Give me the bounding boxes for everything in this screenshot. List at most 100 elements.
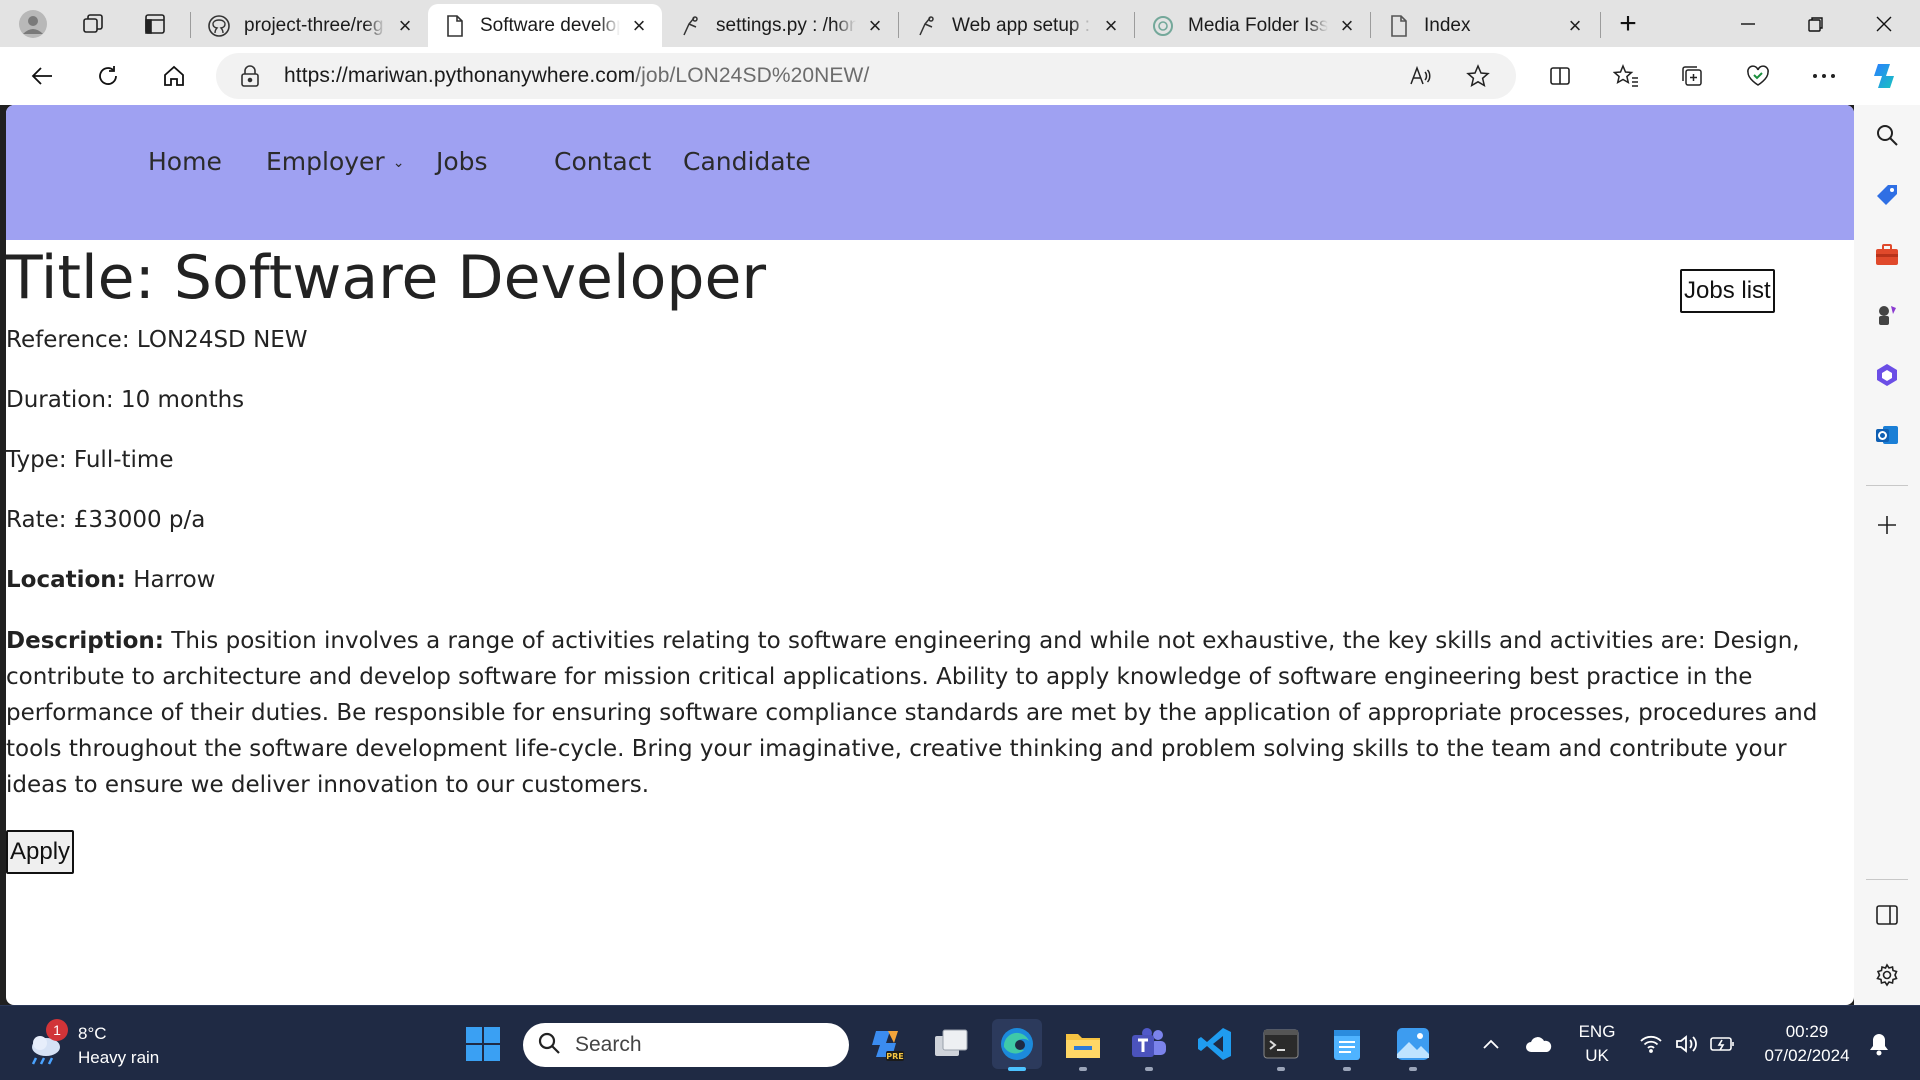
favorites-icon[interactable] <box>1606 56 1646 96</box>
browser-toolbar: https://mariwan.pythonanywhere.com/job/L… <box>0 47 1920 105</box>
windows-start-icon[interactable] <box>458 1019 508 1069</box>
refresh-icon[interactable] <box>88 56 128 96</box>
close-tab-icon[interactable]: × <box>1336 13 1358 38</box>
workspaces-icon[interactable] <box>62 0 124 47</box>
sidebar-separator <box>1866 485 1908 486</box>
svg-text:PRE: PRE <box>886 1052 904 1061</box>
onedrive-cloud-icon[interactable] <box>1514 1019 1564 1069</box>
apply-button[interactable]: Apply <box>6 830 75 874</box>
show-hidden-icons-chevron-icon[interactable] <box>1466 1019 1516 1069</box>
vscode-icon[interactable] <box>1190 1019 1240 1069</box>
close-window-icon[interactable] <box>1850 0 1918 47</box>
job-duration: Duration: 10 months <box>6 387 245 413</box>
notification-bell-icon[interactable] <box>1854 1019 1904 1069</box>
nav-jobs-link[interactable]: Jobs <box>436 147 488 176</box>
close-tab-icon[interactable]: × <box>1100 13 1122 38</box>
games-icon[interactable] <box>1867 295 1907 335</box>
sidebar-settings-gear-icon[interactable] <box>1867 955 1907 995</box>
edge-browser-icon[interactable] <box>992 1019 1042 1071</box>
clock[interactable]: 00:29 07/02/2024 <box>1752 1020 1862 1068</box>
windows-taskbar: 1 8°C Heavy rain Search PRE ENG UK 00:29… <box>0 1005 1920 1080</box>
chevron-down-icon: ⌄ <box>392 155 405 171</box>
minimize-icon[interactable] <box>1714 0 1782 47</box>
photos-icon[interactable] <box>1388 1019 1438 1071</box>
running-indicator <box>1079 1067 1087 1071</box>
language-code: ENG <box>1578 1022 1616 1041</box>
terminal-icon[interactable] <box>1256 1019 1306 1071</box>
browser-tab-strip: project-three/reg × Software develop × s… <box>0 0 1920 47</box>
location-label: Location: <box>6 567 126 593</box>
profile-icon[interactable] <box>2 0 64 47</box>
tab-media-folder[interactable]: Media Folder Issu × <box>1136 4 1370 47</box>
search-icon[interactable] <box>1867 115 1907 155</box>
close-tab-icon[interactable]: × <box>628 13 650 38</box>
page-icon <box>444 14 466 37</box>
nav-employer-dropdown[interactable]: Employer ⌄ <box>266 147 404 176</box>
teams-icon[interactable] <box>1124 1019 1174 1071</box>
tab-separator <box>1134 12 1135 38</box>
weather-widget[interactable]: 1 8°C Heavy rain <box>24 1019 160 1070</box>
tab-settings-py[interactable]: settings.py : /hon × <box>664 4 898 47</box>
input-language-indicator[interactable]: ENG UK <box>1574 1020 1620 1068</box>
tab-title: project-three/reg <box>244 14 384 36</box>
nav-employer-label: Employer <box>266 147 385 176</box>
taskbar-search-box[interactable]: Search <box>523 1023 849 1067</box>
lock-icon[interactable] <box>240 65 270 87</box>
split-screen-icon[interactable] <box>1540 56 1580 96</box>
job-description: Description: This position involves a ra… <box>6 623 1854 803</box>
microsoft-365-icon[interactable] <box>1867 355 1907 395</box>
nav-home-link[interactable]: Home <box>148 147 222 176</box>
tools-briefcase-icon[interactable] <box>1867 235 1907 275</box>
outlook-icon[interactable] <box>1867 415 1907 455</box>
url-text[interactable]: https://mariwan.pythonanywhere.com/job/L… <box>284 64 869 88</box>
address-bar[interactable]: https://mariwan.pythonanywhere.com/job/L… <box>216 53 1516 99</box>
tab-title: Software develop <box>480 14 620 36</box>
close-tab-icon[interactable]: × <box>864 13 886 38</box>
tab-github[interactable]: project-three/reg × <box>192 4 428 47</box>
home-icon[interactable] <box>154 56 194 96</box>
pythonanywhere-icon <box>916 15 938 37</box>
read-aloud-icon[interactable] <box>1400 56 1440 96</box>
tab-separator <box>1370 12 1371 38</box>
sidebar-separator <box>1866 879 1908 880</box>
location-value: Harrow <box>133 567 216 593</box>
tab-title: settings.py : /hon <box>716 14 856 36</box>
nav-candidate-link[interactable]: Candidate <box>683 147 811 176</box>
file-explorer-icon[interactable] <box>1058 1019 1108 1071</box>
vertical-tabs-icon[interactable] <box>124 0 186 47</box>
notepad-icon[interactable] <box>1322 1019 1372 1071</box>
url-host: https://mariwan.pythonanywhere.com <box>284 64 636 87</box>
collections-icon[interactable] <box>1672 56 1712 96</box>
favorite-star-icon[interactable] <box>1458 56 1498 96</box>
tab-index[interactable]: Index × <box>1372 4 1598 47</box>
tab-title: Index <box>1424 14 1471 36</box>
tab-separator <box>190 12 191 38</box>
restore-icon[interactable] <box>1782 0 1850 47</box>
tab-separator <box>898 12 899 38</box>
copilot-preview-icon[interactable]: PRE <box>862 1019 912 1069</box>
more-options-icon[interactable] <box>1804 56 1844 96</box>
job-reference: Reference: LON24SD NEW <box>6 327 308 353</box>
rain-cloud-icon: 1 <box>24 1019 70 1069</box>
weather-description: Heavy rain <box>78 1048 160 1067</box>
add-sidebar-app-icon[interactable] <box>1867 505 1907 545</box>
jobs-list-button[interactable]: Jobs list <box>1680 269 1775 313</box>
close-tab-icon[interactable]: × <box>1564 13 1586 38</box>
back-icon[interactable] <box>22 56 62 96</box>
tab-software-developer[interactable]: Software develop × <box>428 4 662 47</box>
task-view-icon[interactable] <box>926 1019 976 1069</box>
browser-essentials-icon[interactable] <box>1738 56 1778 96</box>
battery-charging-icon[interactable] <box>1698 1019 1748 1069</box>
close-tab-icon[interactable]: × <box>394 13 416 38</box>
clock-time: 00:29 <box>1785 1022 1829 1041</box>
running-indicator <box>1277 1067 1285 1071</box>
shopping-tag-icon[interactable] <box>1867 175 1907 215</box>
tab-title: Media Folder Issu <box>1188 14 1328 36</box>
tab-web-app-setup[interactable]: Web app setup : r × <box>900 4 1134 47</box>
hide-sidebar-icon[interactable] <box>1867 895 1907 935</box>
copilot-icon[interactable] <box>1866 56 1906 96</box>
nav-contact-link[interactable]: Contact <box>554 147 651 176</box>
new-tab-icon[interactable]: + <box>1594 0 1662 47</box>
page-title: Title: Software Developer <box>6 243 767 313</box>
job-type: Type: Full-time <box>6 447 174 473</box>
